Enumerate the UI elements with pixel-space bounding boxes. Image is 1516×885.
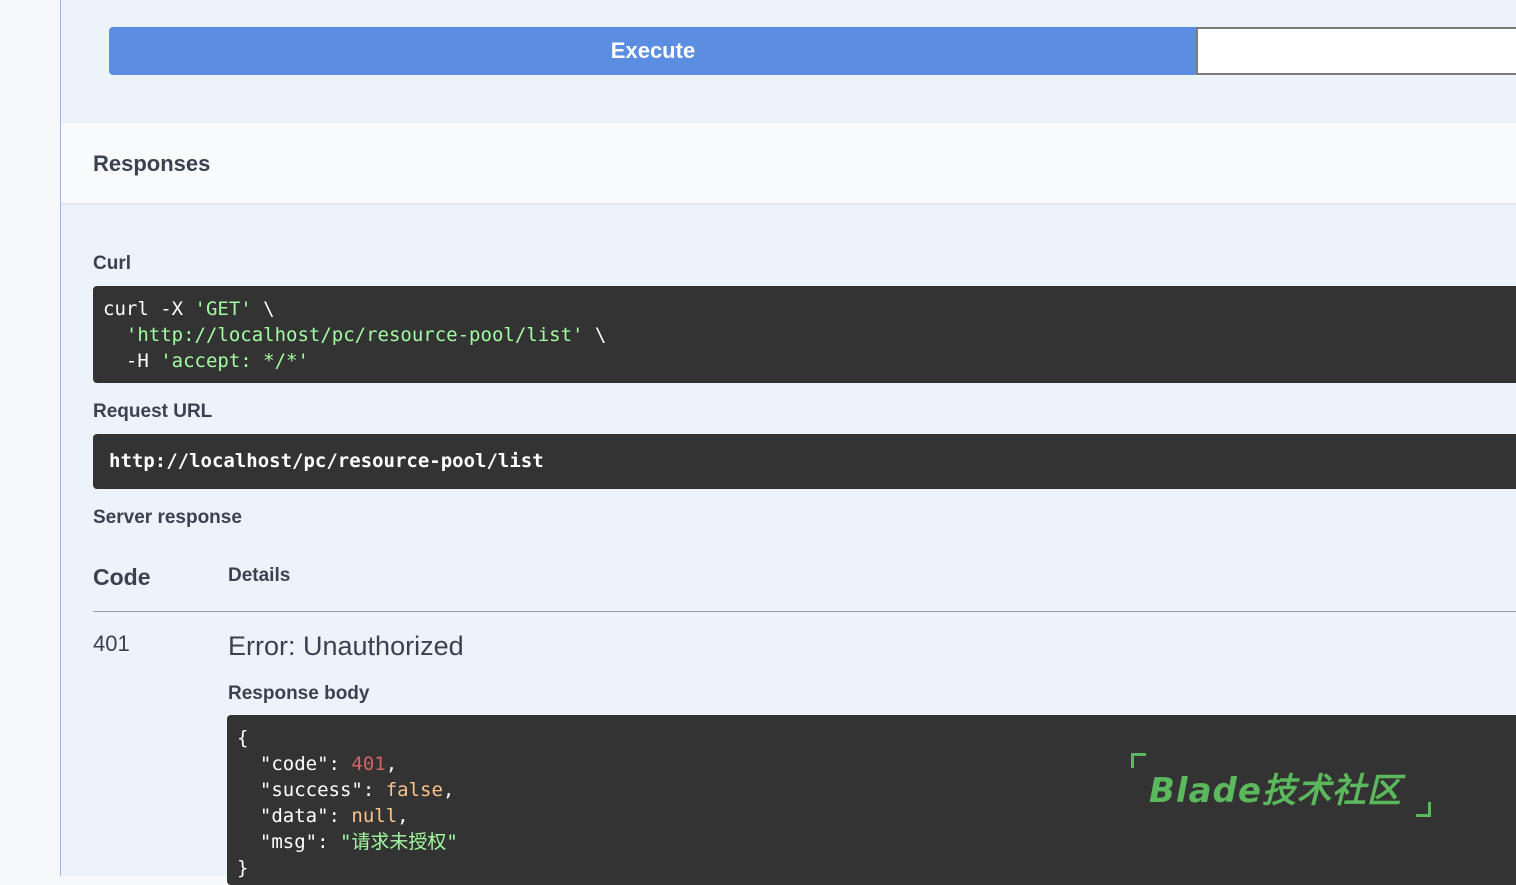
json-value-msg: "请求未授权" [339, 831, 458, 853]
request-url-value: http://localhost/pc/resource-pool/list [109, 450, 544, 472]
response-status-title: Error: Unauthorized [228, 631, 464, 661]
json-key-msg: "msg": [237, 831, 340, 853]
json-value-data: null [351, 805, 398, 827]
curl-continuation: \ [583, 324, 607, 346]
json-key-code: "code": [237, 753, 352, 775]
response-body-label: Response body [228, 683, 370, 704]
curl-indent [103, 324, 126, 346]
server-response-label: Server response [93, 507, 242, 528]
watermark: Blade技术社区 [1131, 753, 1431, 817]
response-status-code: 401 [93, 631, 130, 656]
column-header-details: Details [228, 565, 291, 586]
curl-continuation: \ [251, 298, 275, 320]
operation-panel: Execute Responses Curl curl -X 'GET' \ '… [61, 0, 1516, 885]
request-url-block[interactable]: http://localhost/pc/resource-pool/list [93, 434, 1516, 489]
watermark-corner-bottom-right [1416, 802, 1431, 817]
curl-method: 'GET' [194, 298, 252, 320]
execute-button[interactable]: Execute [109, 27, 1197, 75]
json-key-data: "data": [237, 805, 352, 827]
curl-url: 'http://localhost/pc/resource-pool/list' [125, 324, 584, 346]
curl-label: Curl [93, 253, 131, 274]
responses-header: Responses [61, 123, 1516, 204]
clear-button[interactable] [1196, 27, 1516, 75]
curl-header-value: 'accept: */*' [160, 350, 309, 372]
curl-header-flag: -H [103, 350, 161, 372]
json-open-brace: { [237, 727, 249, 749]
json-value-code: 401 [351, 753, 386, 775]
json-key-success: "success": [237, 779, 386, 801]
execute-row: Execute [109, 27, 1516, 75]
left-gutter [0, 0, 61, 876]
watermark-corner-top-left [1131, 753, 1146, 768]
curl-code-block[interactable]: curl -X 'GET' \ 'http://localhost/pc/res… [93, 286, 1516, 383]
json-value-success: false [385, 779, 443, 801]
column-header-code: Code [93, 564, 151, 590]
curl-cmd: curl -X [103, 298, 195, 320]
responses-title: Responses [93, 151, 211, 176]
watermark-text: Blade技术社区 [1149, 771, 1402, 811]
request-url-label: Request URL [93, 401, 213, 422]
response-table-header: Code Details [93, 560, 1516, 612]
